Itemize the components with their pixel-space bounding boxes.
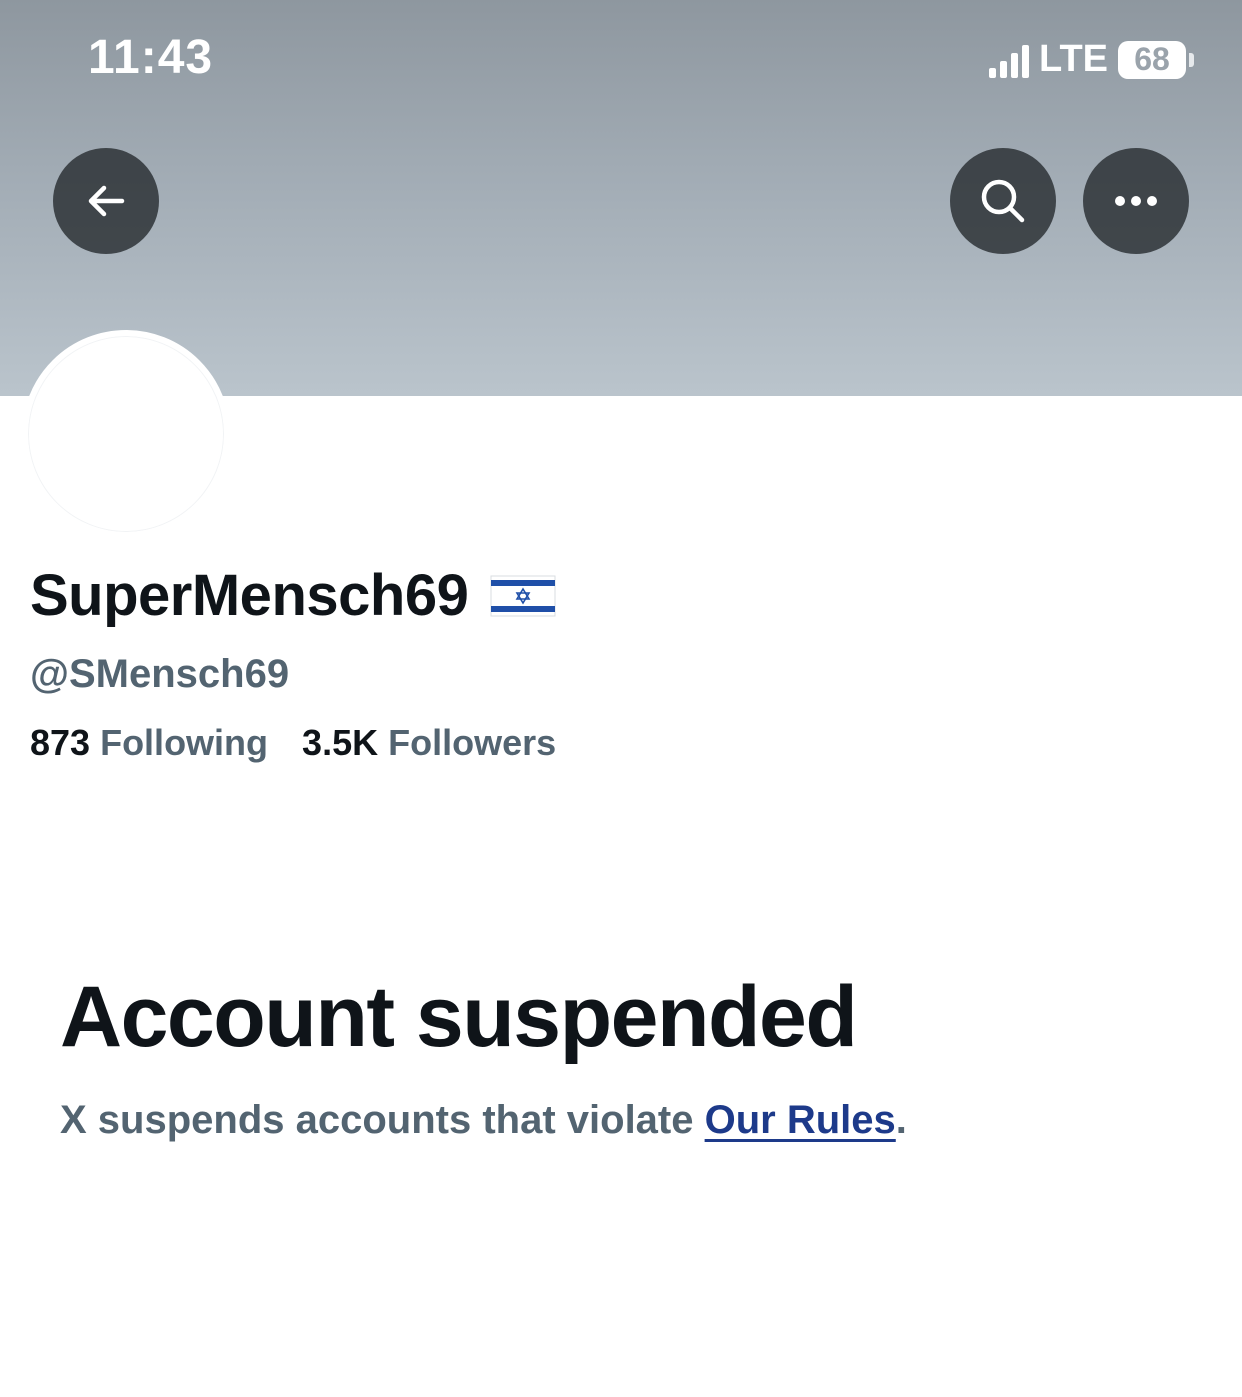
display-name-text: SuperMensch69 [30, 563, 469, 628]
battery-icon: 68 [1118, 40, 1194, 79]
following-stat[interactable]: 873 Following [30, 722, 268, 764]
back-button[interactable] [53, 148, 159, 254]
suspension-message-period: . [895, 1098, 907, 1142]
status-bar-indicators: LTE 68 [989, 38, 1194, 81]
display-name: SuperMensch69 [30, 562, 556, 629]
signal-strength-icon [989, 42, 1030, 78]
following-count: 873 [30, 722, 91, 763]
profile-avatar[interactable] [22, 330, 230, 538]
followers-count: 3.5K [302, 722, 379, 763]
arrow-left-icon [88, 185, 125, 217]
following-label: Following [100, 722, 269, 763]
followers-stat[interactable]: 3.5K Followers [302, 722, 556, 764]
status-bar-time: 11:43 [88, 31, 214, 84]
followers-label: Followers [388, 722, 557, 763]
network-type: LTE [1039, 38, 1108, 80]
account-suspended-title: Account suspended [60, 969, 858, 1065]
profile-screen: 11:43 LTE 68 SuperMensch69 @SMensch69 87… [0, 0, 1242, 1397]
search-icon [981, 179, 1025, 223]
battery-level: 68 [1118, 40, 1186, 79]
suspension-message: X suspends accounts that violate Our Rul… [60, 1098, 907, 1143]
follow-stats: 873 Following 3.5K Followers [30, 722, 556, 764]
suspension-message-text: X suspends accounts that violate [60, 1098, 705, 1142]
more-horizontal-icon [1115, 196, 1157, 206]
more-options-button[interactable] [1083, 148, 1189, 254]
our-rules-link[interactable]: Our Rules [705, 1098, 896, 1142]
user-handle: @SMensch69 [30, 652, 290, 696]
israel-flag-icon [490, 575, 556, 616]
search-button[interactable] [950, 148, 1056, 254]
